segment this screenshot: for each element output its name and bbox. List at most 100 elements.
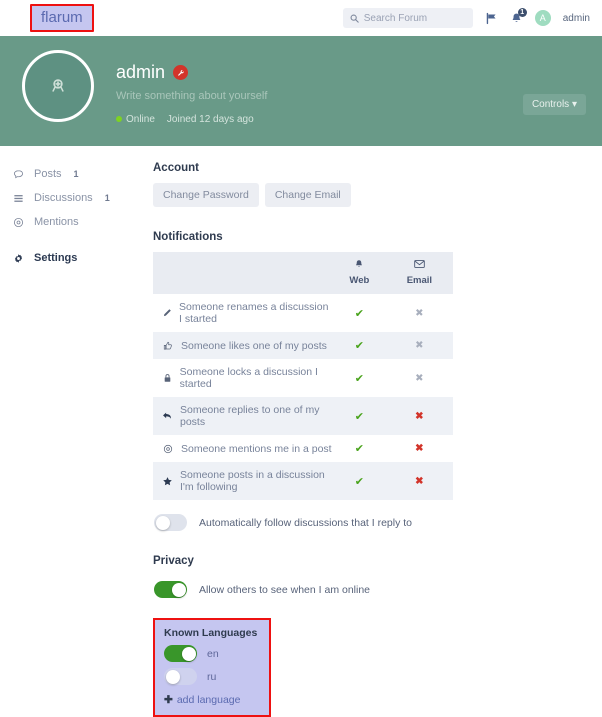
list-icon [12,193,25,204]
bell-icon [333,259,386,272]
sidebar-item-settings[interactable]: Settings [10,246,150,270]
notification-description: Someone replies to one of my posts [153,397,333,435]
email-toggle-cross[interactable]: ✖ [386,462,453,500]
toggle-knob [181,646,196,661]
language-label-ru: ru [207,670,217,683]
profile-meta: Online Joined 12 days ago [116,114,267,125]
table-row: Someone replies to one of my posts ✔ ✖ [153,397,453,435]
sidebar-item-label: Settings [34,252,78,264]
header-actions: Search Forum 1 A admin [342,7,590,28]
profile-bio-placeholder[interactable]: Write something about yourself [116,90,267,102]
account-section-title: Account [153,162,199,174]
search-icon [350,14,359,23]
auto-follow-toggle[interactable] [154,514,187,531]
add-language-button[interactable]: ✚ add language [164,694,260,706]
table-row: Someone likes one of my posts ✔ ✖ [153,332,453,359]
table-header-row: Web Email [153,252,453,294]
notification-label: Someone posts in a discussion I'm follow… [180,469,325,493]
flag-icon[interactable] [485,12,498,25]
notification-description: Someone likes one of my posts [153,332,333,359]
notifications-section-title: Notifications [153,231,223,243]
online-visibility-toggle[interactable] [154,581,187,598]
profile-avatar[interactable] [22,50,94,122]
online-dot-icon [116,116,122,122]
email-toggle-cross[interactable]: ✖ [386,435,453,462]
column-header-description [153,252,333,294]
language-toggle-en[interactable] [164,645,197,662]
known-languages-section: Known Languages en ru ✚ add language [153,618,271,717]
sidebar-item-label: Posts [34,168,62,180]
notification-label: Someone locks a discussion I started [179,366,318,390]
notification-badge: 1 [517,7,527,17]
notification-label: Someone replies to one of my posts [180,404,320,428]
notification-description: Someone posts in a discussion I'm follow… [153,462,333,500]
notifications-table-body: Someone renames a discussion I started ✔… [153,294,453,500]
forum-logo[interactable]: flarum [30,4,94,32]
column-header-web-label: Web [349,275,370,286]
chevron-down-icon: ▾ [571,99,577,110]
sidebar-item-mentions[interactable]: Mentions [10,210,150,234]
app-header: flarum Search Forum 1 A admin [0,0,602,36]
email-toggle-cross[interactable]: ✖ [386,397,453,435]
web-toggle-check[interactable]: ✔ [333,435,386,462]
column-header-email: Email [385,252,453,294]
web-toggle-check[interactable]: ✔ [333,462,386,500]
notification-label: Someone renames a discussion I started [179,301,329,325]
gear-icon [12,253,25,264]
add-language-label: add language [176,694,241,706]
avatar-initial: A [539,13,546,23]
plus-icon: ✚ [164,694,173,706]
change-email-button[interactable]: Change Email [264,183,351,207]
notifications-table: Web Email Someone renames a discussion I… [153,252,453,500]
sidebar-item-label: Mentions [34,216,79,228]
auto-follow-label: Automatically follow discussions that I … [199,516,413,529]
language-row-ru: ru [164,668,260,685]
status-badge: Online [116,114,155,125]
notification-label: Someone likes one of my posts [181,339,327,352]
at-mention-icon [12,217,25,228]
pencil-icon [162,308,172,318]
sidebar-item-discussions[interactable]: Discussions 1 [10,186,150,210]
thumbs-up-icon [162,341,174,351]
forum-logo-text: flarum [41,9,83,27]
star-icon [162,476,173,487]
controls-label: Controls [531,99,570,110]
email-toggle-cross[interactable]: ✖ [386,359,453,397]
search-input[interactable]: Search Forum [342,8,473,28]
joined-date: Joined 12 days ago [166,114,254,125]
reply-icon [162,411,173,421]
column-header-web: Web [333,252,386,294]
header-username[interactable]: admin [563,13,590,24]
toggle-knob [171,582,186,597]
web-toggle-check[interactable]: ✔ [333,359,386,397]
camera-upload-icon [45,72,71,101]
profile-hero: admin Write something about yourself Onl… [0,36,602,146]
language-label-en: en [207,647,219,660]
notification-label: Someone mentions me in a post [181,442,332,455]
lock-icon [162,373,173,383]
web-toggle-check[interactable]: ✔ [333,294,386,332]
toggle-knob [165,669,180,684]
notification-description: Someone mentions me in a post [153,435,333,462]
sidebar-item-count: 1 [104,193,110,203]
avatar[interactable]: A [534,10,551,26]
web-toggle-check[interactable]: ✔ [333,397,386,435]
settings-content: Account Change Password Change Email Not… [150,162,602,717]
email-toggle-cross[interactable]: ✖ [386,294,453,332]
web-toggle-check[interactable]: ✔ [333,332,386,359]
search-placeholder: Search Forum [363,12,428,24]
page-title: admin [116,62,267,83]
controls-button[interactable]: Controls ▾ [522,94,586,115]
table-row: Someone renames a discussion I started ✔… [153,294,453,332]
sidebar-item-posts[interactable]: Posts 1 [10,162,150,186]
auto-follow-toggle-row: Automatically follow discussions that I … [154,514,586,531]
notification-description: Someone renames a discussion I started [153,294,333,332]
email-toggle-cross[interactable]: ✖ [386,332,453,359]
status-label: Online [126,114,155,125]
change-password-button[interactable]: Change Password [153,183,259,207]
notification-description: Someone locks a discussion I started [153,359,333,397]
page-body: Posts 1 Discussions 1 Mentions Settings … [0,146,602,717]
comment-icon [12,169,25,180]
notifications-button[interactable]: 1 [510,7,527,25]
language-toggle-ru[interactable] [164,668,197,685]
